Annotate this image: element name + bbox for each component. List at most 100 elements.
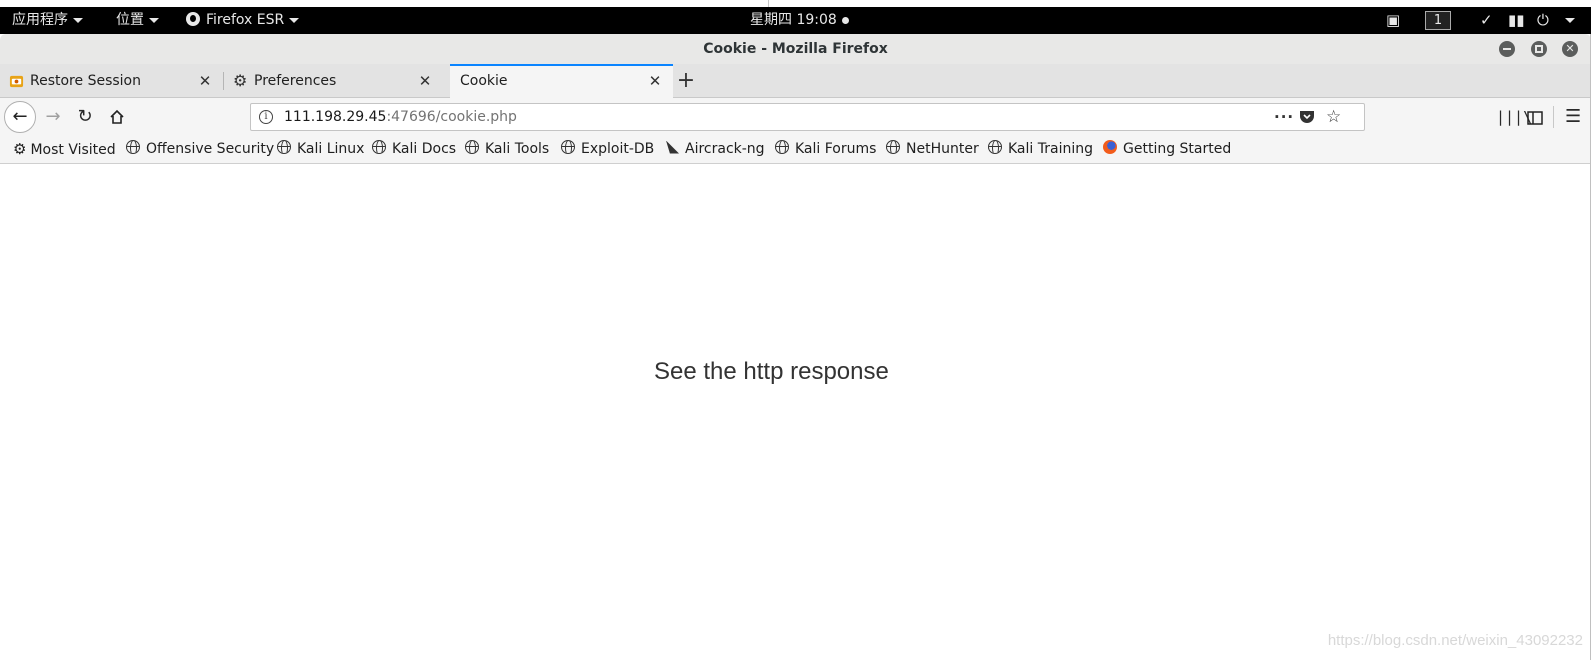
watermark: https://blog.csdn.net/weixin_43092232 xyxy=(1327,632,1583,649)
sidebar-button[interactable] xyxy=(1527,102,1543,132)
bookmark-nethunter[interactable]: NetHunter xyxy=(886,136,979,162)
close-tab-icon[interactable]: ✕ xyxy=(646,72,664,90)
restore-session-icon xyxy=(9,75,24,88)
globe-icon xyxy=(277,140,291,154)
gear-icon: ⚙ xyxy=(233,71,248,90)
chevron-down-icon xyxy=(149,17,159,23)
active-app-menu[interactable]: Firefox ESR xyxy=(186,7,300,34)
bookmark-offensive-security[interactable]: Offensive Security xyxy=(126,136,274,162)
globe-icon xyxy=(465,140,479,154)
bookmark-label: Offensive Security xyxy=(146,141,275,157)
aircrack-icon xyxy=(666,140,679,154)
maximize-button[interactable] xyxy=(1531,41,1547,57)
back-arrow-icon: ← xyxy=(12,106,28,127)
new-tab-button[interactable]: + xyxy=(672,67,700,95)
workspace-indicator[interactable]: 1 xyxy=(1425,11,1451,30)
plus-icon: + xyxy=(676,68,696,93)
navigation-toolbar: ← → ↻ i 111.198.29.45:47696/cookie.php ·… xyxy=(0,98,1591,136)
menu-button[interactable]: ☰ xyxy=(1565,102,1581,132)
recording-dot-icon xyxy=(841,16,849,24)
url-text[interactable]: 111.198.29.45:47696/cookie.php xyxy=(284,104,517,130)
bookmarks-toolbar: ⚙ Most Visited Offensive Security Kali Li… xyxy=(0,136,1591,164)
firefox-icon xyxy=(1103,140,1117,154)
forward-arrow-icon: → xyxy=(45,106,61,127)
network-icon[interactable]: ✓ xyxy=(1480,7,1493,34)
globe-icon xyxy=(886,140,900,154)
bookmark-label: Aircrack-ng xyxy=(685,141,765,157)
bookmark-label: NetHunter xyxy=(906,141,979,157)
reload-icon: ↻ xyxy=(77,106,93,127)
bookmark-kali-tools[interactable]: Kali Tools xyxy=(465,136,549,162)
gear-icon: ⚙ xyxy=(13,140,27,158)
tab-strip: Restore Session ✕ ⚙ Preferences ✕ Cookie… xyxy=(0,64,1591,99)
bookmark-kali-training[interactable]: Kali Training xyxy=(988,136,1093,162)
globe-icon xyxy=(988,140,1002,154)
window-title-bar[interactable]: Cookie - Mozilla Firefox ✕ xyxy=(0,34,1591,64)
volume-icon[interactable]: ▮▮ xyxy=(1508,7,1525,34)
window-title: Cookie - Mozilla Firefox xyxy=(703,41,888,57)
close-tab-icon[interactable]: ✕ xyxy=(196,72,214,90)
active-app-label: Firefox ESR xyxy=(206,12,285,28)
hamburger-icon: ☰ xyxy=(1565,106,1582,127)
tab-cookie[interactable]: Cookie ✕ xyxy=(450,64,673,99)
sidebar-icon xyxy=(1527,110,1543,125)
bookmark-aircrack-ng[interactable]: Aircrack-ng xyxy=(666,136,765,162)
os-top-bar: 应用程序 位置 Firefox ESR 星期四 19:08 ▣ 1 ✓ ▮▮ ⏻ xyxy=(0,7,1591,34)
video-camera-icon[interactable]: ▣ xyxy=(1386,7,1400,34)
globe-icon xyxy=(561,140,575,154)
forward-button[interactable]: → xyxy=(38,102,68,132)
close-window-button[interactable]: ✕ xyxy=(1562,41,1578,57)
clock-label: 星期四 19:08 xyxy=(750,12,837,28)
home-button[interactable] xyxy=(102,102,132,132)
close-icon: ✕ xyxy=(1565,42,1575,55)
url-path: :47696/cookie.php xyxy=(386,109,517,125)
maximize-icon xyxy=(1535,45,1543,53)
back-button[interactable]: ← xyxy=(4,101,36,133)
bookmark-kali-linux[interactable]: Kali Linux xyxy=(277,136,364,162)
page-message: See the http response xyxy=(654,358,889,385)
tab-preferences[interactable]: ⚙ Preferences ✕ xyxy=(224,64,444,98)
bookmark-label: Most Visited xyxy=(30,142,116,158)
bookmark-exploit-db[interactable]: Exploit-DB xyxy=(561,136,654,162)
globe-icon xyxy=(775,140,789,154)
bookmark-label: Kali Forums xyxy=(795,141,877,157)
bookmark-getting-started[interactable]: Getting Started xyxy=(1103,136,1231,162)
tab-label: Restore Session xyxy=(30,73,141,89)
reload-button[interactable]: ↻ xyxy=(70,102,100,132)
globe-icon xyxy=(126,140,140,154)
url-host: 111.198.29.45 xyxy=(284,109,387,125)
screen-top-edge xyxy=(768,0,769,7)
pocket-icon[interactable] xyxy=(1299,110,1315,124)
chevron-down-icon xyxy=(289,17,300,23)
bookmark-label: Kali Training xyxy=(1008,141,1093,157)
chevron-down-icon xyxy=(73,17,83,23)
places-menu[interactable]: 位置 xyxy=(116,7,159,34)
screen-top-strip xyxy=(0,0,1591,7)
bookmark-most-visited[interactable]: ⚙ Most Visited xyxy=(13,136,116,163)
bookmark-label: Kali Docs xyxy=(392,141,457,157)
site-info-icon[interactable]: i xyxy=(259,110,273,124)
tab-label: Preferences xyxy=(254,73,337,89)
tab-restore-session[interactable]: Restore Session ✕ xyxy=(0,64,222,98)
power-icon[interactable]: ⏻ xyxy=(1537,7,1549,34)
bookmark-label: Kali Linux xyxy=(297,141,365,157)
globe-icon xyxy=(372,140,386,154)
url-bar[interactable]: i 111.198.29.45:47696/cookie.php ··· ☆ xyxy=(250,103,1365,131)
page-actions-icon[interactable]: ··· xyxy=(1274,104,1294,130)
applications-menu-label: 应用程序 xyxy=(12,12,68,28)
bookmark-label: Kali Tools xyxy=(485,141,550,157)
toolbar-divider xyxy=(1553,106,1554,128)
places-menu-label: 位置 xyxy=(116,12,144,28)
bookmark-label: Getting Started xyxy=(1123,141,1232,157)
bookmark-kali-forums[interactable]: Kali Forums xyxy=(775,136,876,162)
minimize-icon xyxy=(1503,48,1511,50)
firefox-icon xyxy=(186,12,200,26)
system-menu-chevron-icon[interactable] xyxy=(1565,18,1575,23)
home-icon xyxy=(110,109,124,124)
clock[interactable]: 星期四 19:08 xyxy=(750,7,849,34)
minimize-button[interactable] xyxy=(1499,41,1515,57)
close-tab-icon[interactable]: ✕ xyxy=(416,72,434,90)
applications-menu[interactable]: 应用程序 xyxy=(12,7,83,34)
bookmark-star-icon[interactable]: ☆ xyxy=(1326,104,1341,130)
bookmark-kali-docs[interactable]: Kali Docs xyxy=(372,136,456,162)
